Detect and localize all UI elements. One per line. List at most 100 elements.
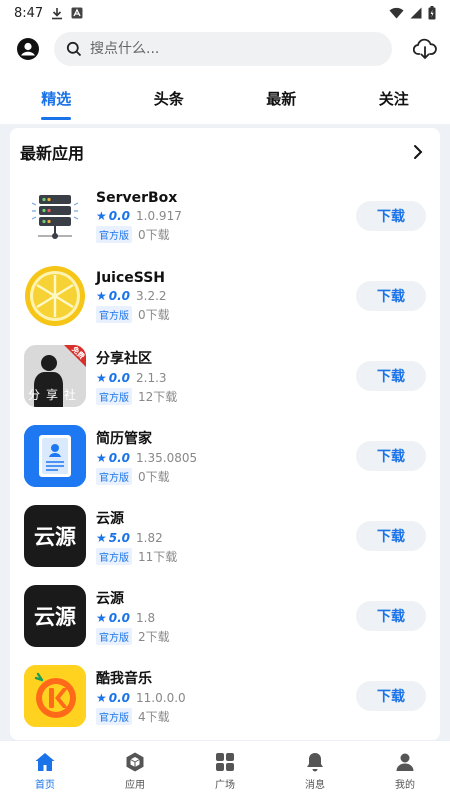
official-badge: 官方版 (96, 305, 132, 323)
nav-home[interactable]: 首页 (0, 741, 90, 800)
tab-following[interactable]: 关注 (338, 72, 450, 124)
cube-icon (126, 752, 144, 771)
app-name: 分享社区 (96, 350, 152, 367)
battery-icon (428, 6, 436, 20)
app-notification-icon (71, 7, 83, 19)
yunyuan-icon: 云源 (24, 585, 86, 647)
main-content: 最新应用 ServerBox ★ 0.0 1.0.917 官方版 0下载 下载 … (0, 124, 450, 740)
section-header[interactable]: 最新应用 (10, 128, 440, 176)
star-icon: ★ (96, 530, 107, 545)
rating-value: 0.0 (108, 610, 131, 625)
download-button[interactable]: 下载 (356, 361, 426, 391)
lemon-icon (24, 265, 86, 327)
download-button[interactable]: 下载 (356, 681, 426, 711)
nav-apps[interactable]: 应用 (90, 741, 180, 800)
nav-square[interactable]: 广场 (180, 741, 270, 800)
nav-label: 应用 (125, 779, 145, 791)
tab-bar: 精选 头条 最新 关注 (0, 72, 450, 124)
kuwo-music-icon (24, 665, 86, 727)
star-icon: ★ (96, 370, 107, 385)
nav-label: 我的 (395, 779, 415, 791)
wifi-icon (389, 7, 404, 19)
chevron-right-icon[interactable] (408, 142, 428, 162)
yunyuan-icon: 云源 (24, 505, 86, 567)
section-title: 最新应用 (20, 144, 85, 163)
official-badge: 官方版 (96, 387, 132, 405)
official-badge: 官方版 (96, 547, 132, 565)
share-community-icon: 免费 分享社 (24, 345, 86, 407)
download-count: 0下载 (138, 307, 170, 322)
rating: ★ 5.0 (96, 531, 130, 545)
app-name: JuiceSSH (96, 269, 166, 286)
app-version: 1.0.917 (136, 208, 182, 223)
latest-apps-card: 最新应用 ServerBox ★ 0.0 1.0.917 官方版 0下载 下载 … (10, 128, 440, 740)
search-icon (66, 41, 82, 57)
rating-value: 0.0 (108, 208, 131, 223)
list-item[interactable]: ServerBox ★ 0.0 1.0.917 官方版 0下载 下载 (10, 176, 440, 256)
list-item[interactable]: 酷我音乐 ★ 0.0 11.0.0.0 官方版 4下载 下载 (10, 656, 440, 736)
rating-value: 0.0 (108, 288, 131, 303)
tab-headlines[interactable]: 头条 (113, 72, 226, 124)
app-version: 2.1.3 (136, 370, 167, 385)
status-bar: 8:47 (0, 0, 450, 26)
home-icon (35, 752, 55, 771)
cloud-download-button[interactable] (412, 36, 438, 62)
app-name: 简历管家 (96, 430, 152, 447)
rating: ★ 0.0 (96, 611, 130, 625)
app-version: 11.0.0.0 (136, 690, 186, 705)
search-bar[interactable] (54, 32, 392, 66)
app-version: 1.82 (136, 530, 163, 545)
rating-value: 0.0 (108, 690, 131, 705)
bottom-nav: 首页 应用 广场 消息 我的 (0, 740, 450, 800)
download-button[interactable]: 下载 (356, 201, 426, 231)
list-item[interactable]: 云源 云源 ★ 5.0 1.82 官方版 11下载 下载 (10, 496, 440, 576)
app-version: 3.2.2 (136, 288, 167, 303)
bell-icon (307, 752, 323, 771)
avatar[interactable] (14, 35, 42, 63)
grid-icon (216, 752, 234, 771)
resume-icon (24, 425, 86, 487)
list-item[interactable]: JuiceSSH ★ 0.0 3.2.2 官方版 0下载 下载 (10, 256, 440, 336)
tab-featured[interactable]: 精选 (0, 72, 113, 124)
rating: ★ 0.0 (96, 371, 130, 385)
cloud-download-icon (413, 38, 437, 60)
download-count: 4下载 (138, 709, 170, 724)
download-button[interactable]: 下载 (356, 441, 426, 471)
yunyuan-icon-text: 云源 (34, 605, 76, 629)
list-item[interactable]: 免费 分享社 分享社区 ★ 0.0 2.1.3 官方版 12下载 下载 (10, 336, 440, 416)
search-input[interactable] (90, 41, 380, 57)
download-button[interactable]: 下载 (356, 281, 426, 311)
rating-value: 0.0 (108, 450, 131, 465)
star-icon: ★ (96, 288, 107, 303)
app-version: 1.8 (136, 610, 156, 625)
account-icon (17, 38, 39, 60)
top-bar (0, 26, 450, 72)
signal-icon (410, 7, 422, 19)
download-button[interactable]: 下载 (356, 601, 426, 631)
star-icon: ★ (96, 690, 107, 705)
server-icon (24, 185, 86, 247)
star-icon: ★ (96, 208, 107, 223)
nav-label: 消息 (305, 779, 325, 791)
list-item[interactable]: 云源 云源 ★ 0.0 1.8 官方版 2下载 下载 (10, 576, 440, 656)
download-count: 0下载 (138, 227, 170, 242)
rating-value: 0.0 (108, 370, 131, 385)
share-community-icon-text: 分享社 (27, 388, 82, 402)
rating: ★ 0.0 (96, 289, 130, 303)
app-name: ServerBox (96, 189, 178, 206)
star-icon: ★ (96, 610, 107, 625)
tab-label: 精选 (41, 89, 72, 108)
nav-label: 广场 (215, 779, 235, 791)
download-count: 12下载 (138, 389, 178, 404)
download-notification-icon (51, 7, 63, 20)
tab-latest[interactable]: 最新 (225, 72, 338, 124)
list-item[interactable]: 简历管家 ★ 0.0 1.35.0805 官方版 0下载 下载 (10, 416, 440, 496)
nav-profile[interactable]: 我的 (360, 741, 450, 800)
download-button[interactable]: 下载 (356, 521, 426, 551)
rating: ★ 0.0 (96, 691, 130, 705)
tab-label: 关注 (378, 89, 409, 108)
nav-messages[interactable]: 消息 (270, 741, 360, 800)
rating: ★ 0.0 (96, 209, 130, 223)
rating: ★ 0.0 (96, 451, 130, 465)
tab-label: 最新 (266, 89, 297, 108)
